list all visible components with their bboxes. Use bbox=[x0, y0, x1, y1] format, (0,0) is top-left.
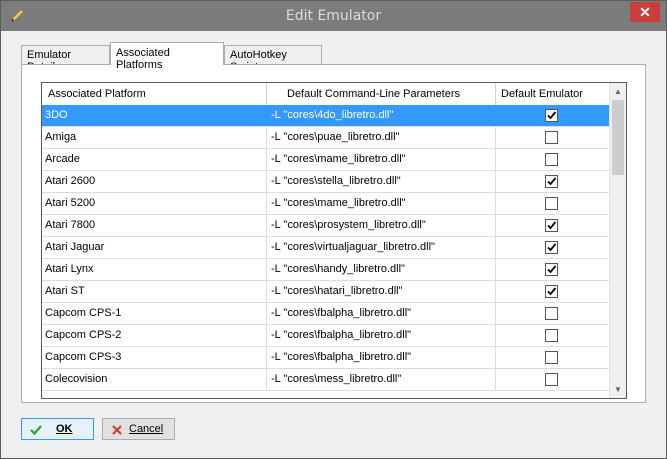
platform-cell[interactable]: Colecovision bbox=[42, 369, 267, 390]
default-emulator-checkbox[interactable] bbox=[545, 153, 558, 166]
tab-associated-platforms[interactable]: Associated Platforms bbox=[110, 42, 224, 71]
default-emulator-cell bbox=[496, 171, 609, 192]
table-row[interactable]: Atari Lynx -L "cores\handy_libretro.dll" bbox=[42, 259, 609, 281]
default-emulator-checkbox[interactable] bbox=[545, 241, 558, 254]
vertical-scrollbar[interactable]: ▲ ▼ bbox=[609, 83, 626, 398]
edit-emulator-window: Edit Emulator ✕ Emulator Details Associa… bbox=[0, 0, 667, 459]
default-emulator-checkbox[interactable] bbox=[545, 329, 558, 342]
default-emulator-checkbox[interactable] bbox=[545, 285, 558, 298]
cancel-button[interactable]: Cancel bbox=[102, 418, 175, 440]
platform-cell[interactable]: Atari 2600 bbox=[42, 171, 267, 192]
default-emulator-checkbox[interactable] bbox=[545, 175, 558, 188]
params-cell[interactable]: -L "cores\handy_libretro.dll" bbox=[267, 259, 496, 280]
table-row[interactable]: Colecovision -L "cores\mess_libretro.dll" bbox=[42, 369, 609, 391]
params-cell[interactable]: -L "cores\stella_libretro.dll" bbox=[267, 171, 496, 192]
tab-autohotkey-script[interactable]: AutoHotkey Script bbox=[224, 45, 322, 73]
x-icon bbox=[111, 423, 123, 435]
table-row[interactable]: Amiga -L "cores\puae_libretro.dll" bbox=[42, 127, 609, 149]
params-cell[interactable]: -L "cores\prosystem_libretro.dll" bbox=[267, 215, 496, 236]
table-row[interactable]: Capcom CPS-1 -L "cores\fbalpha_libretro.d… bbox=[42, 303, 609, 325]
table-row[interactable]: Atari Jaguar -L "cores\virtualjaguar_libr… bbox=[42, 237, 609, 259]
default-emulator-checkbox[interactable] bbox=[545, 263, 558, 276]
close-button[interactable]: ✕ bbox=[630, 2, 660, 22]
params-cell[interactable]: -L "cores\virtualjaguar_libretro.dll" bbox=[267, 237, 496, 258]
params-cell[interactable]: -L "cores\mess_libretro.dll" bbox=[267, 369, 496, 390]
default-emulator-cell bbox=[496, 127, 609, 148]
column-header-params[interactable]: Default Command-Line Parameters bbox=[267, 83, 496, 105]
window-title: Edit Emulator bbox=[285, 8, 382, 24]
platform-cell[interactable]: Capcom CPS-2 bbox=[42, 325, 267, 346]
params-cell[interactable]: -L "cores\hatari_libretro.dll" bbox=[267, 281, 496, 302]
platform-cell[interactable]: Atari 7800 bbox=[42, 215, 267, 236]
platform-cell[interactable]: Atari Lynx bbox=[42, 259, 267, 280]
default-emulator-cell bbox=[496, 259, 609, 280]
checkmark-icon bbox=[30, 423, 42, 436]
params-cell[interactable]: -L "cores\fbalpha_libretro.dll" bbox=[267, 347, 496, 368]
grid-rows: 3DO -L "cores\4do_libretro.dll" Amiga -L "c… bbox=[42, 105, 609, 391]
default-emulator-cell bbox=[496, 325, 609, 346]
table-row[interactable]: Capcom CPS-2 -L "cores\fbalpha_libretro.d… bbox=[42, 325, 609, 347]
tab-emulator-details[interactable]: Emulator Details bbox=[21, 45, 110, 73]
default-emulator-checkbox[interactable] bbox=[545, 109, 558, 122]
default-emulator-checkbox[interactable] bbox=[545, 131, 558, 144]
platform-cell[interactable]: Capcom CPS-3 bbox=[42, 347, 267, 368]
params-cell[interactable]: -L "cores\4do_libretro.dll" bbox=[267, 105, 496, 126]
platform-cell[interactable]: Arcade bbox=[42, 149, 267, 170]
column-header-platform[interactable]: Associated Platform bbox=[42, 83, 267, 105]
platform-cell[interactable]: Atari Jaguar bbox=[42, 237, 267, 258]
titlebar[interactable]: Edit Emulator ✕ bbox=[1, 1, 666, 31]
table-row[interactable]: Atari 7800 -L "cores\prosystem_libretro.d… bbox=[42, 215, 609, 237]
default-emulator-cell bbox=[496, 369, 609, 390]
table-row[interactable]: Atari 2600 -L "cores\stella_libretro.dll" bbox=[42, 171, 609, 193]
cancel-label: Cancel bbox=[129, 423, 164, 435]
platform-cell[interactable]: 3DO bbox=[42, 105, 267, 126]
default-emulator-cell bbox=[496, 281, 609, 302]
default-emulator-checkbox[interactable] bbox=[545, 197, 558, 210]
platform-cell[interactable]: Atari 5200 bbox=[42, 193, 267, 214]
params-cell[interactable]: -L "cores\fbalpha_libretro.dll" bbox=[267, 325, 496, 346]
platform-cell[interactable]: Atari ST bbox=[42, 281, 267, 302]
ok-button[interactable]: OK bbox=[21, 418, 94, 440]
table-row[interactable]: 3DO -L "cores\4do_libretro.dll" bbox=[42, 105, 609, 127]
column-header-default[interactable]: Default Emulator bbox=[496, 83, 609, 105]
platform-cell[interactable]: Capcom CPS-1 bbox=[42, 303, 267, 324]
default-emulator-cell bbox=[496, 193, 609, 214]
params-cell[interactable]: -L "cores\mame_libretro.dll" bbox=[267, 193, 496, 214]
default-emulator-checkbox[interactable] bbox=[545, 351, 558, 364]
table-row[interactable]: Atari 5200 -L "cores\mame_libretro.dll" bbox=[42, 193, 609, 215]
params-cell[interactable]: -L "cores\mame_libretro.dll" bbox=[267, 149, 496, 170]
params-cell[interactable]: -L "cores\fbalpha_libretro.dll" bbox=[267, 303, 496, 324]
default-emulator-cell bbox=[496, 347, 609, 368]
table-row[interactable]: Capcom CPS-3 -L "cores\fbalpha_libretro.d… bbox=[42, 347, 609, 369]
default-emulator-cell bbox=[496, 237, 609, 258]
default-emulator-checkbox[interactable] bbox=[545, 373, 558, 386]
default-emulator-cell bbox=[496, 149, 609, 170]
default-emulator-checkbox[interactable] bbox=[545, 307, 558, 320]
default-emulator-cell bbox=[496, 105, 609, 126]
default-emulator-cell bbox=[496, 215, 609, 236]
scroll-up-icon[interactable]: ▲ bbox=[610, 83, 626, 100]
scroll-down-icon[interactable]: ▼ bbox=[610, 381, 626, 398]
grid-header: Associated Platform Default Command-Line… bbox=[42, 83, 609, 106]
default-emulator-checkbox[interactable] bbox=[545, 219, 558, 232]
table-row[interactable]: Arcade -L "cores\mame_libretro.dll" bbox=[42, 149, 609, 171]
ok-label: OK bbox=[56, 423, 73, 435]
associated-platforms-panel: Associated Platform Default Command-Line… bbox=[21, 64, 646, 403]
scrollbar-thumb[interactable] bbox=[612, 100, 624, 175]
platform-cell[interactable]: Amiga bbox=[42, 127, 267, 148]
table-row[interactable]: Atari ST -L "cores\hatari_libretro.dll" bbox=[42, 281, 609, 303]
params-cell[interactable]: -L "cores\puae_libretro.dll" bbox=[267, 127, 496, 148]
platforms-grid: Associated Platform Default Command-Line… bbox=[41, 82, 627, 399]
default-emulator-cell bbox=[496, 303, 609, 324]
